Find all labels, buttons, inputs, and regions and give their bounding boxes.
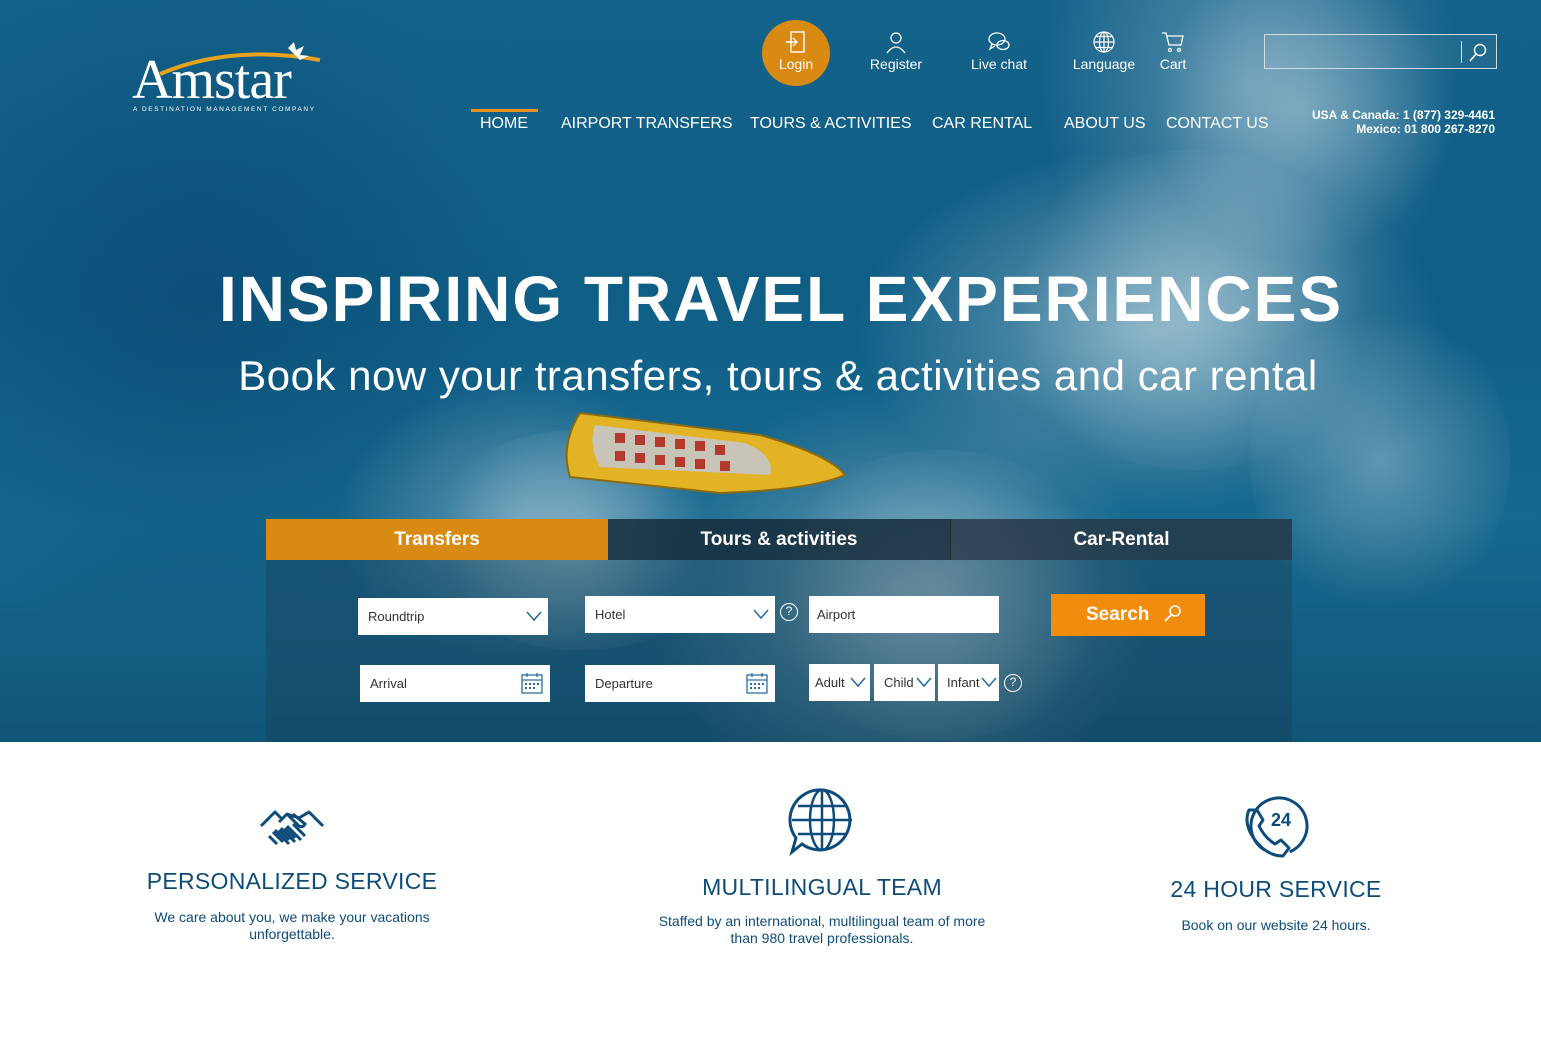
live-chat-label: Live chat [970,56,1028,72]
feature-desc-line: than 980 travel professionals. [730,930,914,946]
nav-about-us[interactable]: ABOUT US [1064,110,1146,133]
chevron-down-icon [981,677,997,688]
feature-description: We care about you, we make your vacation… [142,909,442,943]
chevron-down-icon [526,611,542,622]
cart-icon [1162,32,1184,53]
globe-chat-icon [788,788,852,856]
tab-car-rental[interactable]: Car-Rental [950,519,1292,560]
tab-tours-activities[interactable]: Tours & activities [608,519,950,560]
departure-date-field[interactable]: Departure [585,665,775,702]
feature-desc-line: We care about you, we make your vacation… [154,909,430,925]
globe-icon [1093,31,1115,53]
infant-label: Infant [947,675,980,690]
adult-label: Adult [815,675,845,690]
feature-title: PERSONALIZED SERVICE [146,868,438,894]
contact-phones: USA & Canada: 1 (877) 329-4461 Mexico: 0… [1312,108,1495,136]
brand-logo[interactable]: Amstar A DESTINATION MANAGEMENT COMPANY [130,40,350,120]
to-value: Airport [817,607,856,622]
handshake-icon [259,810,325,846]
hero-subheadline: Book now your transfers, tours & activit… [238,352,1318,399]
feature-24-hour-service: 24 24 HOUR SERVICE Book on our website 2… [1126,794,1426,934]
to-input[interactable]: Airport [809,596,999,633]
site-search [1264,34,1497,69]
register-label: Register [869,56,923,72]
phone-24-icon: 24 [1245,796,1309,858]
register-button[interactable]: Register [862,20,930,86]
nav-airport-transfers[interactable]: AIRPORT TRANSFERS [561,110,733,133]
feature-desc-line: Staffed by an international, multilingua… [658,913,986,929]
nav-tours-activities[interactable]: TOURS & ACTIVITIES [750,110,912,133]
arrival-date-field[interactable]: Arrival [360,665,550,702]
chevron-down-icon [753,609,769,620]
calendar-icon[interactable] [745,671,769,695]
booking-tabs: Transfers Tours & activities Car-Rental [266,519,1292,560]
booking-panel: Transfers Tours & activities Car-Rental … [266,519,1292,742]
phone-mexico: Mexico: 01 800 267-8270 [1356,122,1495,136]
help-icon[interactable]: ? [780,603,798,621]
search-button-label: Search [1086,604,1150,625]
feature-multilingual-team: MULTILINGUAL TEAM Staffed by an internat… [642,788,1002,947]
trip-type-value: Roundtrip [368,609,425,624]
cart-label: Cart [1159,56,1187,72]
feature-description: Staffed by an international, multilingua… [642,913,1002,947]
feature-desc-line: Book on our website 24 hours. [1181,917,1371,933]
login-icon [786,31,805,53]
logo-wordmark: Amstar [132,49,292,111]
tab-transfers[interactable]: Transfers [266,519,608,560]
top-utility-menu: Login Register Live chat Language Cart [760,20,1186,86]
nav-car-rental[interactable]: CAR RENTAL [932,110,1032,133]
feature-personalized-service: PERSONALIZED SERVICE We care about you, … [142,800,442,943]
child-label: Child [884,675,914,690]
calendar-icon[interactable] [520,671,544,695]
speedboat-image [565,411,847,495]
main-nav: HOME AIRPORT TRANSFERS TOURS & ACTIVITIE… [0,109,1541,140]
chat-bubbles-icon [988,32,1010,51]
help-icon[interactable]: ? [1004,674,1022,692]
chevron-down-icon [916,677,932,688]
from-value: Hotel [595,607,626,622]
hero-banner: Amstar A DESTINATION MANAGEMENT COMPANY … [0,0,1541,742]
nav-home[interactable]: HOME [471,109,538,133]
svg-text:24: 24 [1271,810,1291,830]
trip-type-select[interactable]: Roundtrip [358,598,548,635]
feature-description: Book on our website 24 hours. [1126,917,1426,934]
chevron-down-icon [850,677,866,688]
search-input[interactable] [1265,35,1461,68]
search-icon[interactable] [1467,42,1489,64]
language-label: Language [1072,56,1136,72]
live-chat-button[interactable]: Live chat [965,20,1033,86]
search-icon [1164,605,1181,622]
login-label: Login [778,56,814,72]
language-button[interactable]: Language [1070,20,1138,86]
login-button[interactable]: Login [762,20,830,86]
phone-usa: USA & Canada: 1 (877) 329-4461 [1312,108,1495,122]
feature-desc-line: unforgettable. [249,926,335,942]
search-divider [1461,41,1462,63]
search-button[interactable]: Search [1051,594,1205,636]
arrival-placeholder: Arrival [370,676,407,691]
hero-headline: INSPIRING TRAVEL EXPERIENCES [218,263,1344,335]
infant-select[interactable]: Infant [938,664,999,701]
user-icon [886,32,906,54]
from-select[interactable]: Hotel [585,596,775,633]
feature-title: MULTILINGUAL TEAM [702,874,942,900]
adult-select[interactable]: Adult [809,664,870,701]
cart-button[interactable]: Cart [1152,20,1194,86]
nav-contact-us[interactable]: CONTACT US [1166,110,1269,133]
child-select[interactable]: Child [874,664,935,701]
feature-title: 24 HOUR SERVICE [1170,876,1382,902]
departure-placeholder: Departure [595,676,653,691]
